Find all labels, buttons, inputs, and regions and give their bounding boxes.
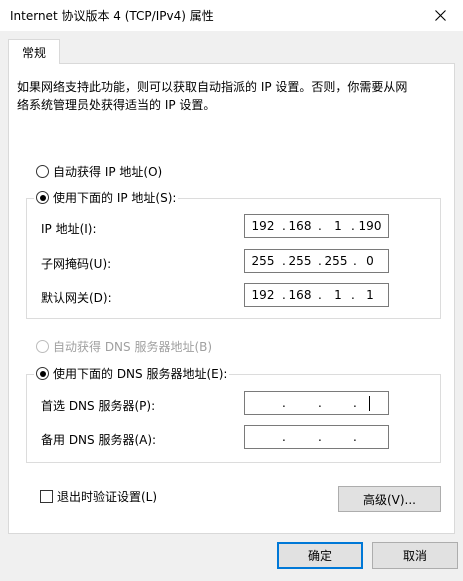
checkbox-box bbox=[40, 490, 53, 503]
ip-octet: 168 bbox=[288, 219, 312, 233]
ok-button[interactable]: 确定 bbox=[277, 542, 363, 569]
ip-octet: 0 bbox=[366, 254, 374, 268]
radio-obtain-ip-auto[interactable]: 自动获得 IP 地址(O) bbox=[36, 163, 162, 180]
dns-groupbox bbox=[26, 374, 441, 463]
cancel-button[interactable]: 取消 bbox=[372, 542, 458, 569]
description-line: 络系统管理员处获得适当的 IP 设置。 bbox=[17, 98, 216, 112]
radio-circle-use-ip bbox=[36, 191, 49, 204]
description-text: 如果网络支持此功能，则可以获取自动指派的 IP 设置。否则，你需要从网 络系统管… bbox=[17, 78, 437, 114]
ip-octet: 1 bbox=[334, 219, 342, 233]
ip-octet: 255 bbox=[251, 254, 275, 268]
alternate-dns-input[interactable]: . . . bbox=[244, 425, 389, 449]
tab-general[interactable]: 常规 bbox=[8, 39, 60, 64]
ip-octet: 192 bbox=[251, 219, 275, 233]
octet-separator: . bbox=[282, 430, 286, 444]
title-bar: Internet 协议版本 4 (TCP/IPv4) 属性 bbox=[0, 0, 463, 31]
radio-use-dns[interactable]: 使用下面的 DNS 服务器地址(E): bbox=[34, 365, 230, 382]
ip-octet: 168 bbox=[288, 288, 312, 302]
ip-address-input[interactable]: 192 . 168 . 1 . 190 bbox=[244, 214, 389, 238]
radio-label: 使用下面的 DNS 服务器地址(E): bbox=[53, 367, 228, 381]
radio-label: 自动获得 DNS 服务器地址(B) bbox=[53, 340, 213, 354]
close-icon bbox=[434, 10, 446, 21]
advanced-button[interactable]: 高级(V)... bbox=[338, 486, 441, 512]
radio-label: 使用下面的 IP 地址(S): bbox=[53, 191, 177, 205]
ip-address-label: IP 地址(I): bbox=[41, 222, 97, 236]
octet-separator: . bbox=[282, 396, 286, 410]
octet-separator: . bbox=[353, 430, 357, 444]
radio-use-ip[interactable]: 使用下面的 IP 地址(S): bbox=[34, 189, 179, 206]
ip-octet: 192 bbox=[251, 288, 275, 302]
dialog-body: 常规 如果网络支持此功能，则可以获取自动指派的 IP 设置。否则，你需要从网 络… bbox=[0, 31, 463, 581]
close-button[interactable] bbox=[417, 0, 463, 31]
validate-settings-checkbox[interactable]: 退出时验证设置(L) bbox=[40, 488, 157, 505]
radio-obtain-dns-auto[interactable]: 自动获得 DNS 服务器地址(B) bbox=[36, 338, 212, 355]
description-line: 如果网络支持此功能，则可以获取自动指派的 IP 设置。否则，你需要从网 bbox=[17, 80, 408, 94]
radio-circle-use-dns bbox=[36, 367, 49, 380]
preferred-dns-label: 首选 DNS 服务器(P): bbox=[41, 399, 156, 413]
radio-circle-dns-auto bbox=[36, 340, 49, 353]
default-gateway-input[interactable]: 192 . 168 . 1 . 1 bbox=[244, 283, 389, 307]
text-caret bbox=[369, 396, 370, 411]
preferred-dns-input[interactable]: . . . bbox=[244, 391, 389, 415]
ip-octet: 255 bbox=[288, 254, 312, 268]
default-gateway-label: 默认网关(D): bbox=[41, 291, 112, 305]
subnet-mask-label: 子网掩码(U): bbox=[41, 257, 112, 271]
checkbox-label: 退出时验证设置(L) bbox=[57, 490, 158, 504]
window-title: Internet 协议版本 4 (TCP/IPv4) 属性 bbox=[10, 9, 214, 23]
ip-octet: 255 bbox=[324, 254, 348, 268]
octet-separator: . bbox=[318, 219, 322, 233]
ip-octet: 1 bbox=[334, 288, 342, 302]
radio-circle-ip-auto bbox=[36, 165, 49, 178]
octet-separator: . bbox=[318, 430, 322, 444]
octet-separator: . bbox=[353, 396, 357, 410]
octet-separator: . bbox=[318, 288, 322, 302]
ip-octet: 190 bbox=[358, 219, 382, 233]
radio-label: 自动获得 IP 地址(O) bbox=[53, 165, 163, 179]
octet-separator: . bbox=[318, 396, 322, 410]
subnet-mask-input[interactable]: 255 . 255 . 255 . 0 bbox=[244, 249, 389, 273]
alternate-dns-label: 备用 DNS 服务器(A): bbox=[41, 433, 157, 447]
ip-octet: 1 bbox=[366, 288, 374, 302]
